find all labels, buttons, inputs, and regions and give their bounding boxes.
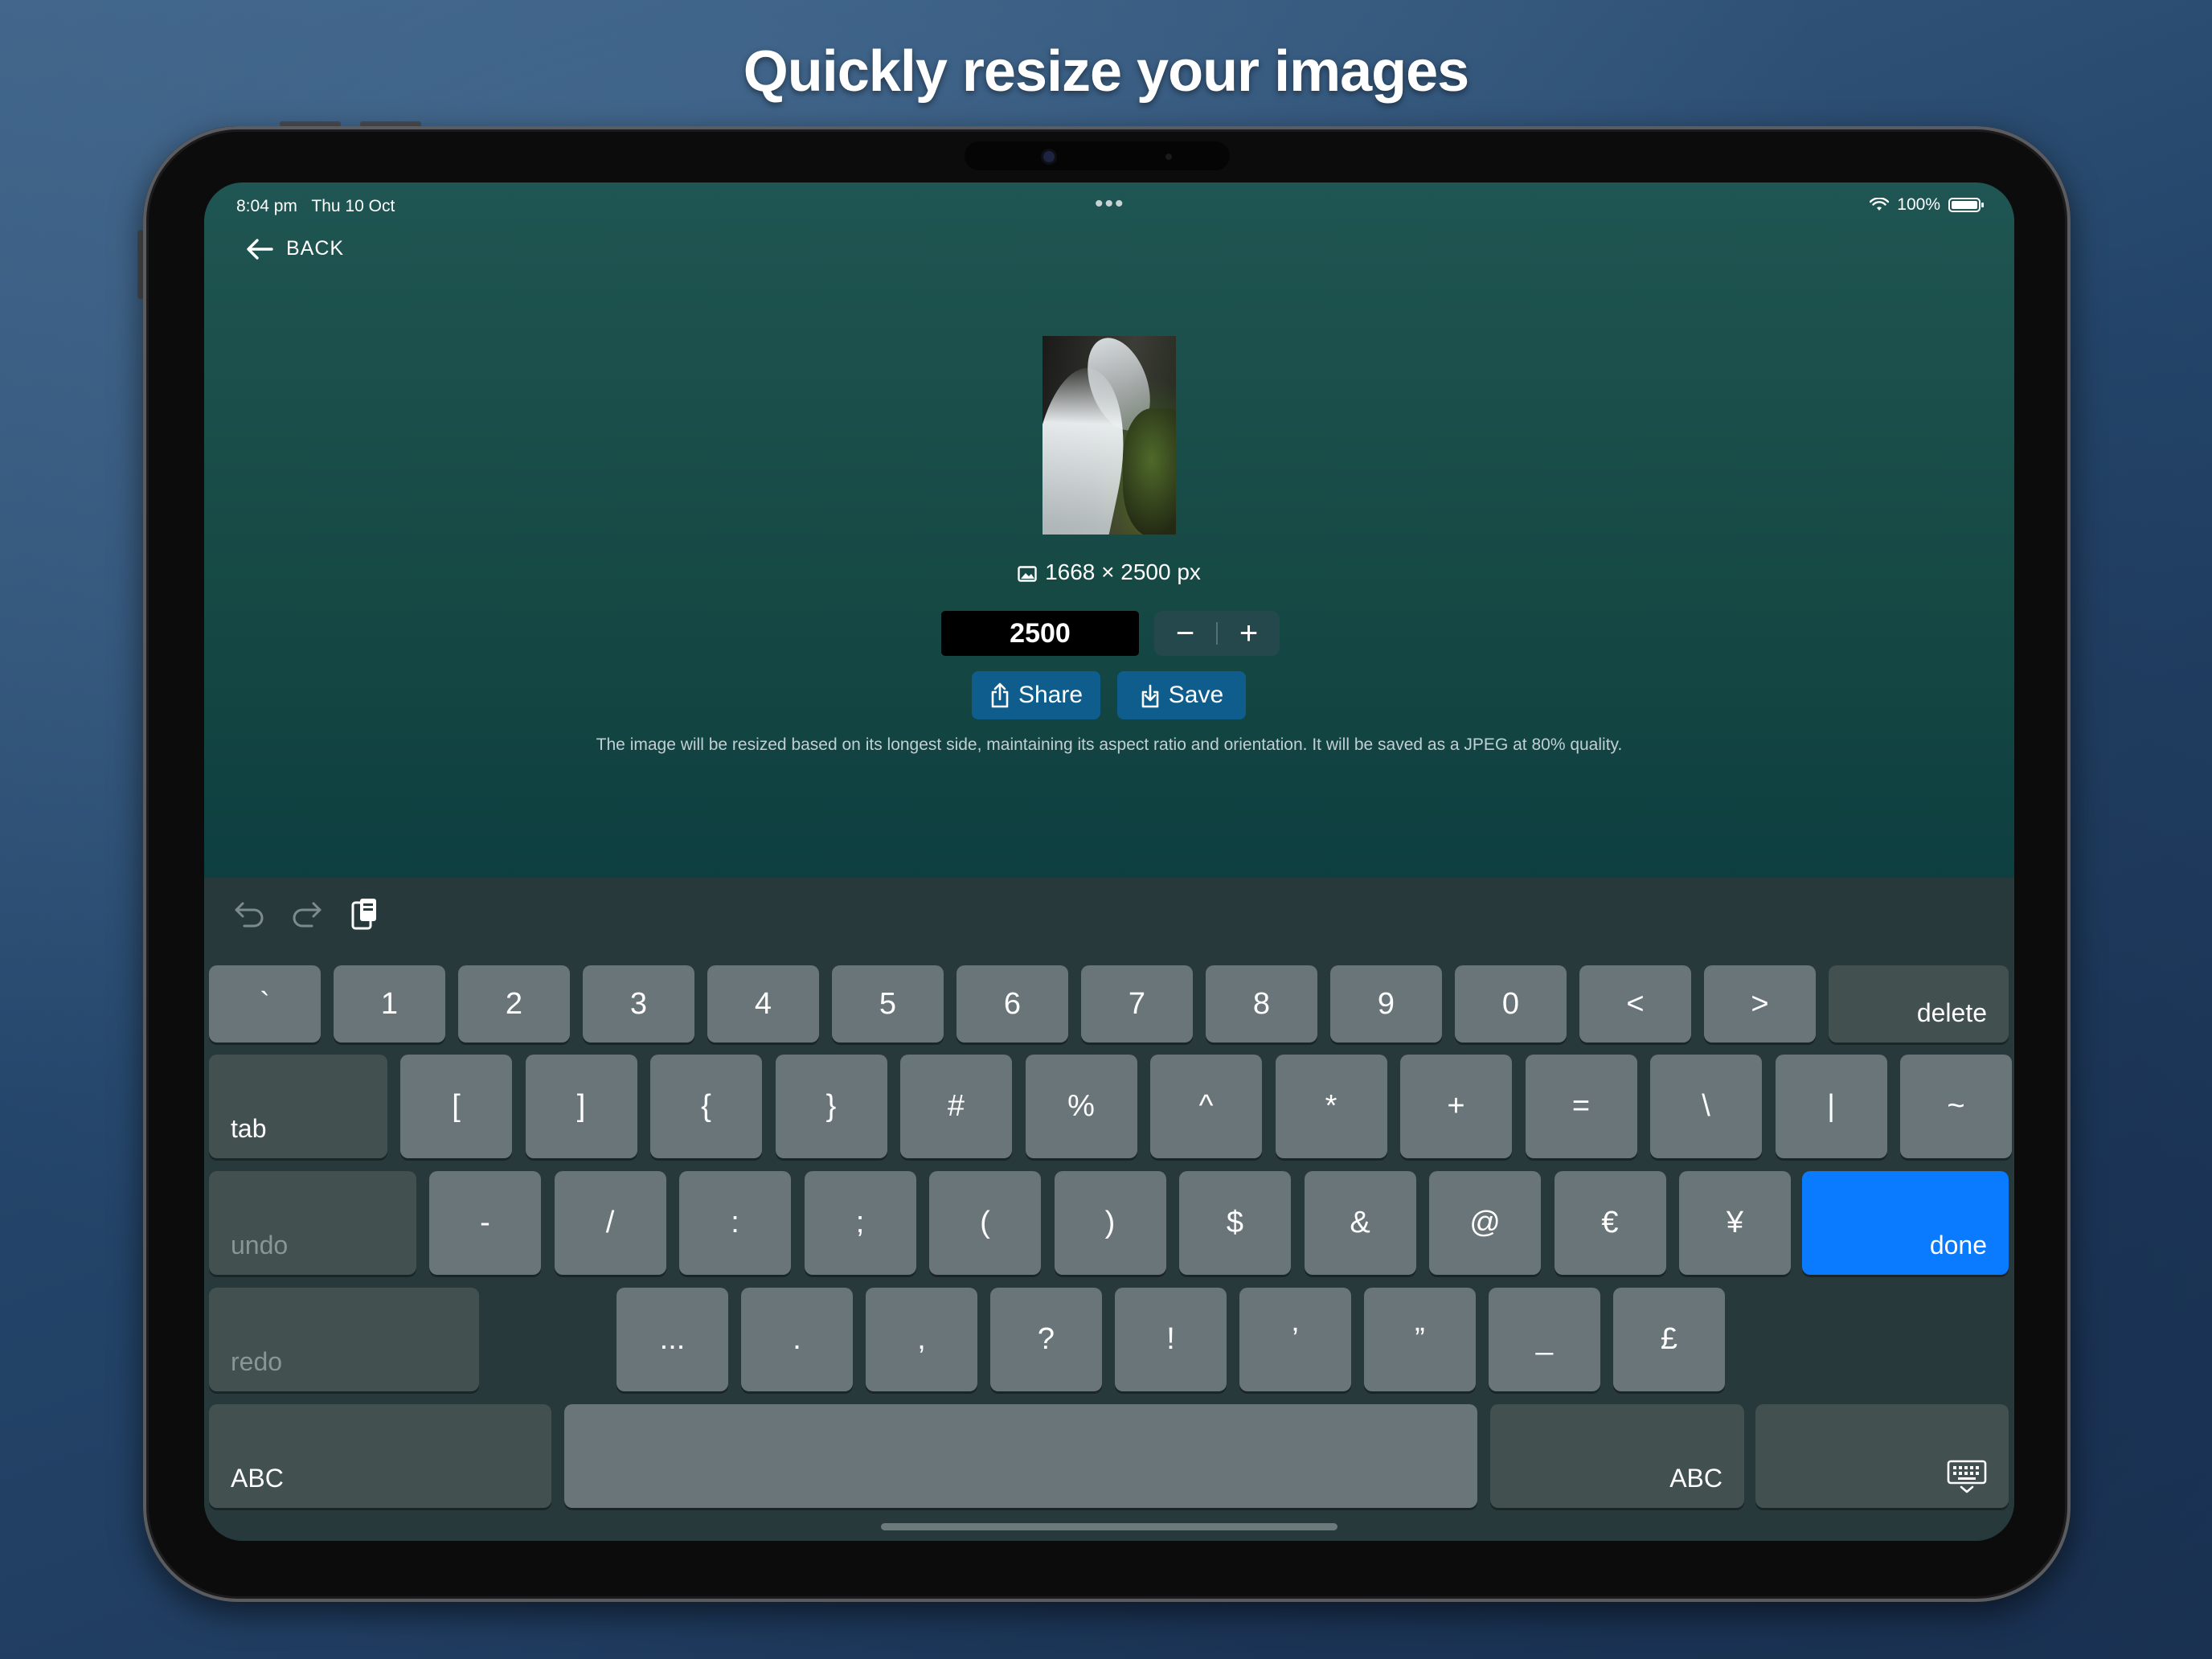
key-r1-1[interactable]: 1 <box>334 965 445 1043</box>
abc-key-left[interactable]: ABC <box>209 1404 551 1508</box>
share-button[interactable]: Share <box>972 671 1100 719</box>
home-indicator <box>881 1523 1337 1530</box>
key-r2-10[interactable]: \ <box>1650 1055 1762 1158</box>
key-r3-4[interactable]: ( <box>929 1171 1041 1275</box>
battery-percent: 100% <box>1897 195 1940 214</box>
image-dimensions: 1668 × 2500 px <box>204 559 2014 585</box>
delete-key[interactable]: delete <box>1829 965 2009 1043</box>
share-icon <box>991 682 1009 708</box>
done-key[interactable]: done <box>1802 1171 2009 1275</box>
key-r3-2[interactable]: : <box>679 1171 791 1275</box>
abc-key-right[interactable]: ABC <box>1490 1404 1744 1508</box>
share-label: Share <box>1018 682 1083 708</box>
key-r4-4[interactable]: ! <box>1115 1288 1227 1391</box>
key-r1-3[interactable]: 3 <box>583 965 694 1043</box>
hide-keyboard-key[interactable] <box>1755 1404 2009 1508</box>
key-r4-7[interactable]: _ <box>1489 1288 1600 1391</box>
key-r1-2[interactable]: 2 <box>458 965 570 1043</box>
key-r2-6[interactable]: ^ <box>1150 1055 1262 1158</box>
key-r2-12[interactable]: ~ <box>1900 1055 2012 1158</box>
key-r3-5[interactable]: ) <box>1054 1171 1166 1275</box>
key-r3-7[interactable]: & <box>1304 1171 1416 1275</box>
key-r3-3[interactable]: ; <box>804 1171 916 1275</box>
headline: Quickly resize your images <box>743 39 1469 104</box>
key-r1-12[interactable]: > <box>1704 965 1816 1043</box>
key-r2-11[interactable]: | <box>1775 1055 1887 1158</box>
wifi-icon <box>1870 198 1890 211</box>
key-r3-1[interactable]: / <box>554 1171 666 1275</box>
key-r2-9[interactable]: = <box>1525 1055 1637 1158</box>
key-r2-2[interactable]: { <box>650 1055 762 1158</box>
key-r4-3[interactable]: ? <box>990 1288 1102 1391</box>
key-r2-4[interactable]: # <box>900 1055 1012 1158</box>
key-r1-10[interactable]: 0 <box>1455 965 1567 1043</box>
arrow-left-icon <box>247 238 273 260</box>
camera-bar <box>965 141 1230 170</box>
key-r2-1[interactable]: ] <box>525 1055 637 1158</box>
key-r1-6[interactable]: 6 <box>956 965 1068 1043</box>
key-r1-0[interactable]: ` <box>209 965 321 1043</box>
decrement-button[interactable]: − <box>1154 611 1216 656</box>
tab-key[interactable]: tab <box>209 1055 387 1158</box>
key-r4-6[interactable]: ” <box>1364 1288 1476 1391</box>
redo-icon[interactable] <box>291 900 323 929</box>
battery-icon <box>1948 198 1984 212</box>
screen: 8:04 pm Thu 10 Oct ••• 100% BACK 1668 × … <box>204 182 2014 1541</box>
key-r2-0[interactable]: [ <box>400 1055 512 1158</box>
key-r3-9[interactable]: € <box>1554 1171 1666 1275</box>
key-r4-5[interactable]: ’ <box>1239 1288 1351 1391</box>
size-input[interactable]: 2500 <box>941 611 1139 656</box>
camera-icon <box>1043 151 1055 162</box>
key-r3-10[interactable]: ¥ <box>1679 1171 1791 1275</box>
clipboard-icon[interactable] <box>350 896 379 932</box>
key-r1-11[interactable]: < <box>1579 965 1691 1043</box>
key-r4-0[interactable]: ... <box>616 1288 728 1391</box>
back-label: BACK <box>286 237 345 260</box>
status-bar: 8:04 pm Thu 10 Oct ••• 100% <box>204 190 2014 223</box>
key-r2-7[interactable]: * <box>1275 1055 1387 1158</box>
key-r1-5[interactable]: 5 <box>832 965 944 1043</box>
key-r2-3[interactable]: } <box>775 1055 887 1158</box>
back-button[interactable]: BACK <box>246 237 344 260</box>
space-key[interactable] <box>564 1404 1477 1508</box>
size-stepper: − + <box>1154 611 1280 656</box>
key-r4-1[interactable]: . <box>741 1288 853 1391</box>
multitask-dots[interactable]: ••• <box>1095 190 1125 218</box>
key-r2-8[interactable]: + <box>1400 1055 1512 1158</box>
key-r1-9[interactable]: 9 <box>1330 965 1442 1043</box>
image-preview <box>1043 336 1176 535</box>
save-icon <box>1141 684 1159 708</box>
save-label: Save <box>1168 682 1224 708</box>
key-r3-6[interactable]: $ <box>1179 1171 1291 1275</box>
image-icon <box>1018 566 1037 582</box>
key-r3-0[interactable]: - <box>429 1171 541 1275</box>
status-right: 100% <box>1870 195 1984 215</box>
undo-key[interactable]: undo <box>209 1171 416 1275</box>
key-r2-5[interactable]: % <box>1025 1055 1137 1158</box>
key-r1-4[interactable]: 4 <box>707 965 819 1043</box>
dimensions-text: 1668 × 2500 px <box>1045 559 1201 584</box>
key-r4-2[interactable]: , <box>866 1288 977 1391</box>
key-r4-8[interactable]: £ <box>1613 1288 1725 1391</box>
key-r1-8[interactable]: 8 <box>1206 965 1317 1043</box>
keyboard-hide-icon <box>1947 1460 1987 1493</box>
status-time: 8:04 pm Thu 10 Oct <box>236 197 395 215</box>
key-r1-7[interactable]: 7 <box>1081 965 1193 1043</box>
increment-button[interactable]: + <box>1218 611 1280 656</box>
sensor-dot <box>1165 154 1172 160</box>
redo-key[interactable]: redo <box>209 1288 479 1391</box>
key-r3-8[interactable]: @ <box>1429 1171 1541 1275</box>
save-button[interactable]: Save <box>1117 671 1246 719</box>
undo-icon[interactable] <box>233 900 265 929</box>
resize-note: The image will be resized based on its l… <box>596 735 1623 754</box>
